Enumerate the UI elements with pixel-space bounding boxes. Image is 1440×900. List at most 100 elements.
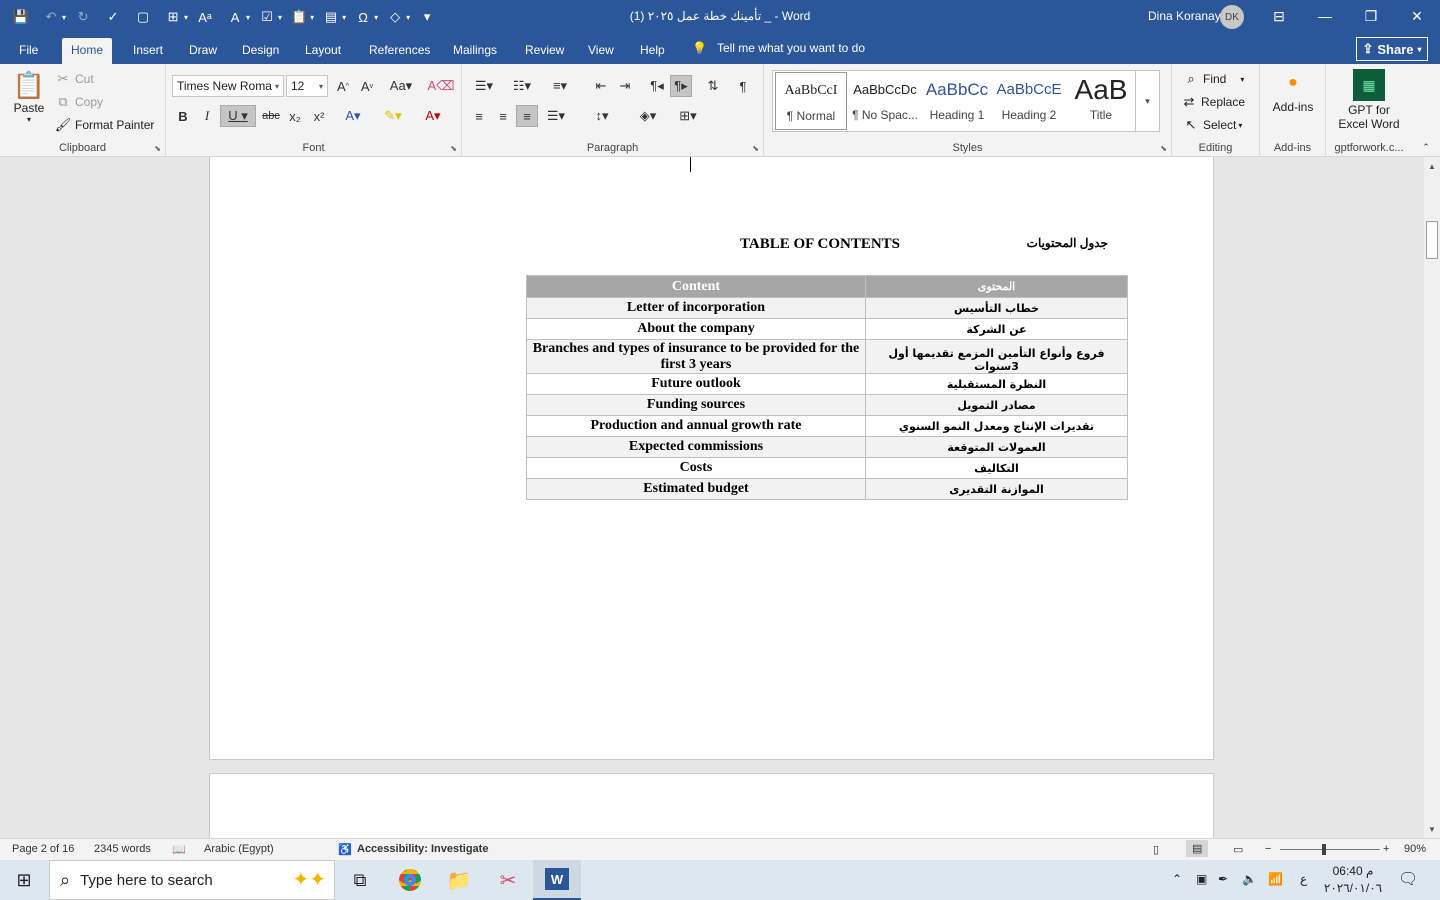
avatar[interactable]: DK [1220,5,1244,29]
align-left-icon[interactable]: ≡ [468,105,490,127]
accessibility-icon[interactable]: ♿ [338,843,352,856]
tab-layout[interactable]: Layout [296,38,350,64]
line-spacing-icon[interactable]: ↕▾ [586,105,618,127]
tab-references[interactable]: References [360,38,439,64]
windows-start-icon[interactable]: ⊞ [0,860,48,900]
styles-launcher-icon[interactable]: ⬊ [1160,144,1167,153]
multilevel-list-icon[interactable]: ≡▾ [544,75,576,97]
tab-file[interactable]: File [10,38,47,64]
scroll-down-icon[interactable]: ▼ [1424,822,1440,836]
symbol-dropdown-icon[interactable]: ▾ [374,13,378,22]
numbering-icon[interactable]: ☷▾ [506,75,538,97]
save-icon[interactable]: 💾 [8,5,34,29]
change-case-icon[interactable]: Aa▾ [386,75,416,97]
font-color-icon[interactable]: A▾ [416,105,450,127]
word-count[interactable]: 2345 words [94,843,151,855]
close-icon[interactable]: ✕ [1394,0,1440,32]
strikethrough-icon[interactable]: abc [260,105,282,127]
language-indicator[interactable]: Arabic (Egypt) [204,843,274,855]
paragraph-launcher-icon[interactable]: ⬊ [752,144,759,153]
minimize-icon[interactable]: — [1302,0,1348,32]
replace-button[interactable]: ⇄ Replace [1180,93,1245,111]
table-dropdown-icon[interactable]: ▾ [184,13,188,22]
zoom-slider-thumb[interactable] [1322,844,1326,855]
tab-mailings[interactable]: Mailings [444,38,506,64]
superscript-icon[interactable]: x² [308,105,330,127]
rtl-direction-icon[interactable]: ¶▸ [670,75,692,97]
scroll-up-icon[interactable]: ▲ [1424,159,1440,173]
clipboard-icon[interactable]: 📋 [286,5,312,29]
symbol-icon[interactable]: Ω [350,5,376,29]
shading-icon[interactable]: ◈▾ [632,105,664,127]
justify-icon[interactable]: ☰▾ [540,105,572,127]
next-document-page[interactable] [209,773,1214,838]
file-explorer-icon[interactable]: 📁 [435,860,483,900]
font-launcher-icon[interactable]: ⬊ [450,144,457,153]
show-formatting-marks-icon[interactable]: ¶ [732,75,754,97]
format-painter-button[interactable]: 🖌 Format Painter [54,116,155,134]
clipboard-dropdown-icon[interactable]: ▾ [310,13,314,22]
find-button[interactable]: ⌕ Find ▾ [1182,70,1244,88]
tab-home[interactable]: Home [62,38,113,64]
font-family-select[interactable]: Times New Roma ▾ [172,75,284,97]
customize-qat-icon[interactable]: ▾ [414,5,440,29]
new-page-icon[interactable]: ▢ [130,5,156,29]
task-view-icon[interactable]: ⧉ [336,860,384,900]
tab-view[interactable]: View [579,38,623,64]
volume-icon[interactable]: 🔈 [1242,872,1257,886]
taskbar-search-box[interactable]: ⌕ Type here to search ✦✦ [49,860,335,900]
zoom-level[interactable]: 90% [1404,843,1426,855]
redo-icon[interactable]: ↻ [70,5,96,29]
cut-button[interactable]: ✂ Cut [54,70,94,88]
collapse-ribbon-icon[interactable]: ⌃ [1416,140,1436,154]
document-page[interactable]: TABLE OF CONTENTS جدول المحتويات Content… [209,157,1214,760]
grow-font-icon[interactable]: A ^ [332,75,354,97]
select-button[interactable]: ↖ Select ▾ [1182,116,1243,134]
tell-me-box[interactable]: 💡 Tell me what you want to do [692,41,865,55]
tab-review[interactable]: Review [516,38,573,64]
font-case-icon[interactable]: Aᵃ [192,5,218,29]
shrink-font-icon[interactable]: Av [356,75,378,97]
table-icon[interactable]: ⊞ [160,5,186,29]
proofing-icon[interactable]: 📖 [172,843,186,856]
tab-insert[interactable]: Insert [124,38,172,64]
checklist-dropdown-icon[interactable]: ▾ [278,13,282,22]
gpt-for-excel-word-button[interactable]: ▦ GPT for Excel Word [1334,69,1404,131]
style-heading-1[interactable]: AaBbCc Heading 1 [921,72,993,130]
user-name[interactable]: Dina Koranay [1148,9,1221,23]
network-icon[interactable]: 📶 [1268,872,1283,886]
document-dropdown-icon[interactable]: ▾ [342,13,346,22]
tab-design[interactable]: Design [233,38,288,64]
increase-indent-icon[interactable]: ⇥ [614,75,636,97]
text-effects-dropdown-icon[interactable]: ▾ [246,13,250,22]
vertical-scrollbar[interactable]: ▲ ▼ [1424,157,1440,838]
snipping-tool-icon[interactable]: ✂ [484,860,532,900]
ribbon-display-options-icon[interactable]: ⊟ [1256,0,1302,32]
spelling-icon[interactable]: ✓ [100,5,126,29]
underline-icon[interactable]: U ▾ [220,105,256,127]
web-layout-icon[interactable]: ▭ [1233,843,1243,856]
paste-button[interactable]: 📋 Paste ▾ [10,70,48,124]
tab-draw[interactable]: Draw [180,38,226,64]
ltr-direction-icon[interactable]: ¶◂ [646,75,668,97]
bold-icon[interactable]: B [172,105,194,127]
style-normal[interactable]: AaBbCcI ¶ Normal [775,72,847,130]
pen-icon[interactable]: ✒ [1218,872,1228,886]
chrome-icon[interactable] [386,860,434,900]
align-right-icon[interactable]: ≡ [516,105,538,127]
highlight-icon[interactable]: ✎▾ [376,105,410,127]
styles-more-icon[interactable]: ▾ [1135,71,1159,131]
document-icon[interactable]: ▤ [318,5,344,29]
tab-help[interactable]: Help [631,38,674,64]
copy-button[interactable]: ⧉ Copy [54,93,103,111]
zoom-slider[interactable] [1280,849,1380,850]
notifications-icon[interactable]: 🗨 [1398,869,1418,889]
style-heading-2[interactable]: AaBbCcE Heading 2 [993,72,1065,130]
print-layout-icon[interactable]: ▤ [1186,840,1209,857]
input-language[interactable]: ع [1300,872,1307,886]
text-effects-icon[interactable]: A▾ [338,105,368,127]
italic-icon[interactable]: I [196,105,218,127]
clock[interactable]: 06:40 م ٢٠٢٦/٠١/٠٦ [1320,863,1386,897]
style-no-spacing[interactable]: AaBbCcDc ¶ No Spac... [849,72,921,130]
device-icon[interactable]: ▣ [1196,872,1207,886]
